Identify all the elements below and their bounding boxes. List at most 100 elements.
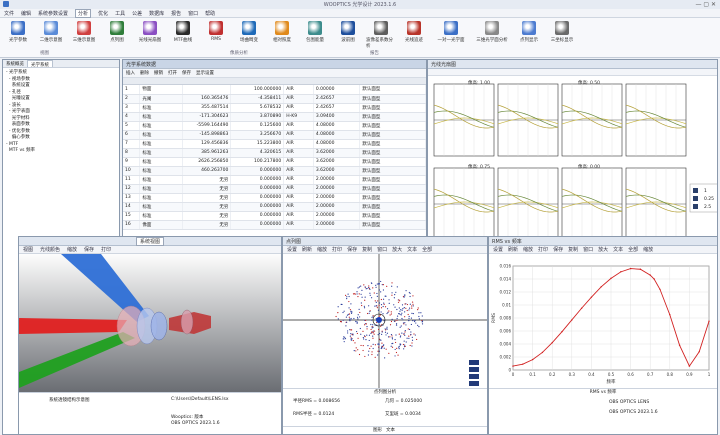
table-row[interactable]: 2 光阑 160.365476 -4.358411 AIR 2.42657 默认面型 xyxy=(123,94,426,104)
rms-menu-5[interactable]: 复制 xyxy=(568,246,578,253)
table-cell[interactable] xyxy=(182,85,232,95)
table-cell[interactable]: 0.000000 xyxy=(230,202,285,212)
table-cell[interactable]: 标准 xyxy=(139,193,183,203)
table-cell[interactable]: AIR xyxy=(283,166,314,176)
table-cell[interactable]: AIR xyxy=(283,220,314,230)
table-cell[interactable]: AIR xyxy=(283,184,314,194)
table-cell[interactable]: 2.42657 xyxy=(313,103,361,113)
spot-menu-6[interactable]: 窗口 xyxy=(377,246,387,253)
menu-item-9[interactable]: 窗口 xyxy=(188,10,198,17)
table-cell[interactable]: AIR xyxy=(283,193,314,203)
rms-menu-6[interactable]: 窗口 xyxy=(583,246,593,253)
table-row[interactable]: 12 标准 无穷 0.000000 AIR 2.00000 默认面型 xyxy=(123,184,426,194)
table-cell[interactable]: 默认面型 xyxy=(359,130,426,140)
layout-menu-4[interactable]: 打印 xyxy=(101,246,111,253)
table-cell[interactable]: -145.898863 xyxy=(182,130,232,140)
table-row[interactable]: 5 标准 -5599.164490 0.125600 AIR 4.08000 默认面型 xyxy=(123,121,426,131)
table-cell[interactable]: 无穷 xyxy=(182,202,232,212)
table-cell[interactable]: 13 xyxy=(123,193,141,203)
table-cell[interactable]: 100.217800 xyxy=(230,157,285,167)
table-cell[interactable]: 默认面型 xyxy=(359,175,426,185)
table-cell[interactable]: 标准 xyxy=(139,166,183,176)
rms-menu-1[interactable]: 刷新 xyxy=(508,246,518,253)
table-cell[interactable]: 385.961263 xyxy=(182,148,232,158)
table-cell[interactable]: 2.00000 xyxy=(313,175,361,185)
table-cell[interactable]: 0.000000 xyxy=(230,184,285,194)
table-cell[interactable]: 标准 xyxy=(139,130,183,140)
table-cell[interactable]: 8 xyxy=(123,148,141,158)
table-row[interactable]: 3 标准 355.487514 5.678532 AIR 2.42657 默认面型 xyxy=(123,103,426,113)
table-cell[interactable]: 5.678532 xyxy=(230,103,285,113)
table-cell[interactable]: 默认面型 xyxy=(359,166,426,176)
table-cell[interactable]: AIR xyxy=(283,130,314,140)
table-cell[interactable]: 像面 xyxy=(139,220,183,230)
rms-menu-10[interactable]: 缩放 xyxy=(643,246,653,253)
menu-item-0[interactable]: 文件 xyxy=(4,10,14,17)
table-cell[interactable]: AIR xyxy=(283,103,314,113)
table-cell[interactable]: 光阑 xyxy=(139,94,183,104)
spot-menu-4[interactable]: 保存 xyxy=(347,246,357,253)
table-cell[interactable]: 默认面型 xyxy=(359,220,426,230)
table-row[interactable]: 16 像面 无穷 0.000000 AIR 2.00000 默认面型 xyxy=(123,220,426,230)
table-cell[interactable]: 460.263700 xyxy=(182,166,232,176)
table-cell[interactable]: 4.08000 xyxy=(313,139,361,149)
table-cell[interactable]: 默认面型 xyxy=(359,94,426,104)
table-cell[interactable]: 4 xyxy=(123,112,141,122)
table-cell[interactable]: 3.62000 xyxy=(313,148,361,158)
table-cell[interactable]: 7 xyxy=(123,139,141,149)
menu-item-2[interactable]: 系统参数设置 xyxy=(38,10,68,17)
table-cell[interactable]: 1 xyxy=(123,85,141,95)
table-cell[interactable]: 14 xyxy=(123,202,141,212)
table-cell[interactable]: 默认面型 xyxy=(359,103,426,113)
rms-menu-3[interactable]: 打印 xyxy=(538,246,548,253)
table-cell[interactable]: 3.62000 xyxy=(313,166,361,176)
table-cell[interactable]: 标准 xyxy=(139,112,183,122)
table-row[interactable]: 4 标准 -171.304623 3.870890 H-K9 3.09400 默认面型 xyxy=(123,112,426,122)
rms-menu-7[interactable]: 放大 xyxy=(598,246,608,253)
table-cell[interactable]: 物面 xyxy=(139,85,183,95)
table-cell[interactable]: 标准 xyxy=(139,103,183,113)
menu-item-7[interactable]: 数据库 xyxy=(149,10,164,17)
menu-item-5[interactable]: 工具 xyxy=(115,10,125,17)
rms-menu-4[interactable]: 保存 xyxy=(553,246,563,253)
spot-menu-3[interactable]: 打印 xyxy=(332,246,342,253)
table-cell[interactable]: AIR xyxy=(283,121,314,131)
table-cell[interactable]: 3.62000 xyxy=(313,157,361,167)
table-row[interactable]: 6 标准 -145.898863 3.256670 AIR 4.08000 默认面型 xyxy=(123,130,426,140)
table-cell[interactable]: 标准 xyxy=(139,211,183,221)
table-cell[interactable]: 4.08000 xyxy=(313,121,361,131)
table-row[interactable]: 11 标准 无穷 0.000000 AIR 2.00000 默认面型 xyxy=(123,175,426,185)
table-cell[interactable]: 0.000000 xyxy=(230,220,285,230)
table-cell[interactable]: AIR xyxy=(283,85,314,95)
spot-menu-8[interactable]: 文本 xyxy=(407,246,417,253)
table-cell[interactable]: 355.487514 xyxy=(182,103,232,113)
layout-menu-0[interactable]: 视图 xyxy=(23,246,33,253)
layout-menu-3[interactable]: 保存 xyxy=(84,246,94,253)
table-row[interactable]: 10 标准 460.263700 0.000000 AIR 3.62000 默认面型 xyxy=(123,166,426,176)
table-cell[interactable]: 2.00000 xyxy=(313,184,361,194)
table-cell[interactable]: -171.304623 xyxy=(182,112,232,122)
table-cell[interactable]: AIR xyxy=(283,157,314,167)
table-cell[interactable]: 默认面型 xyxy=(359,85,426,95)
table-cell[interactable]: 无穷 xyxy=(182,193,232,203)
table-cell[interactable]: 2.00000 xyxy=(313,220,361,230)
table-cell[interactable]: 默认面型 xyxy=(359,121,426,131)
table-cell[interactable]: 16 xyxy=(123,220,141,230)
table-cell[interactable]: 无穷 xyxy=(182,220,232,230)
menu-item-3[interactable]: 分析 xyxy=(75,8,92,18)
lens-toolbar-button-2[interactable]: 撤销 xyxy=(154,70,163,76)
rms-menu-2[interactable]: 缩放 xyxy=(523,246,533,253)
table-cell[interactable]: 3.256670 xyxy=(230,130,285,140)
table-cell[interactable]: 无穷 xyxy=(182,175,232,185)
table-cell[interactable]: 6 xyxy=(123,130,141,140)
lens-toolbar-button-5[interactable]: 显示设置 xyxy=(196,70,214,76)
lens-toolbar-button-0[interactable]: 插入 xyxy=(126,70,135,76)
table-cell[interactable]: 标准 xyxy=(139,139,183,149)
table-cell[interactable]: 2.42657 xyxy=(313,94,361,104)
menu-item-4[interactable]: 优化 xyxy=(98,10,108,17)
table-cell[interactable]: -5599.164490 xyxy=(182,121,232,131)
menu-item-6[interactable]: 公差 xyxy=(132,10,142,17)
table-cell[interactable]: 2.00000 xyxy=(313,202,361,212)
table-cell[interactable]: AIR xyxy=(283,148,314,158)
tab-overview[interactable]: 系统概览 xyxy=(3,60,27,67)
